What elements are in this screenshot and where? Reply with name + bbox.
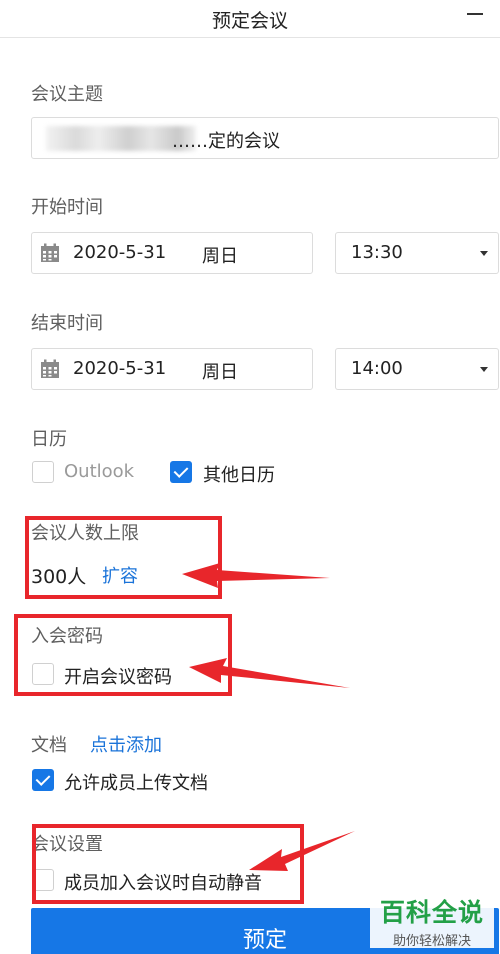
- topic-label: 会议主题: [31, 84, 103, 105]
- start-time-value: 13:30: [351, 242, 403, 263]
- end-date-value: 2020-5-31: [73, 358, 167, 379]
- watermark-sub-text: 助你轻松解决: [392, 934, 471, 949]
- minimize-icon[interactable]: [464, 4, 486, 24]
- other-calendar-label: 其他日历: [203, 465, 275, 486]
- add-document-link[interactable]: 点击添加: [90, 731, 162, 757]
- outlook-label: Outlook: [64, 461, 135, 482]
- calendar-icon: [41, 359, 59, 378]
- topic-value: ……定的会议: [172, 131, 280, 152]
- start-weekday: 周日: [202, 246, 238, 267]
- start-time-select[interactable]: 13:30: [335, 232, 499, 274]
- title-bar: 预定会议: [0, 0, 500, 38]
- start-time-label: 开始时间: [31, 197, 103, 218]
- annotation-box-settings: [32, 824, 304, 904]
- start-date-picker[interactable]: 2020-5-31 周日: [31, 232, 313, 274]
- annotation-box-capacity: [25, 516, 222, 599]
- end-weekday: 周日: [202, 362, 238, 383]
- annotation-box-password: [14, 614, 232, 696]
- calendar-icon: [41, 243, 59, 262]
- allow-upload-checkbox[interactable]: [32, 769, 54, 791]
- topic-input[interactable]: ……定的会议: [31, 117, 499, 159]
- window-title: 预定会议: [211, 10, 288, 32]
- documents-label: 文档: [31, 735, 67, 756]
- outlook-checkbox[interactable]: [32, 461, 54, 483]
- allow-upload-label: 允许成员上传文档: [64, 773, 208, 794]
- chevron-down-icon: [480, 367, 488, 372]
- end-time-value: 14:00: [351, 358, 403, 379]
- end-date-picker[interactable]: 2020-5-31 周日: [31, 348, 313, 390]
- other-calendar-checkbox[interactable]: [170, 461, 192, 483]
- end-time-select[interactable]: 14:00: [335, 348, 499, 390]
- start-date-value: 2020-5-31: [73, 242, 167, 263]
- watermark-main-text: 百科全说: [379, 898, 484, 927]
- chevron-down-icon: [480, 251, 488, 256]
- watermark-logo: 百科全说 助你轻松解决: [370, 892, 494, 949]
- end-time-label: 结束时间: [31, 313, 103, 334]
- calendar-label: 日历: [31, 429, 67, 450]
